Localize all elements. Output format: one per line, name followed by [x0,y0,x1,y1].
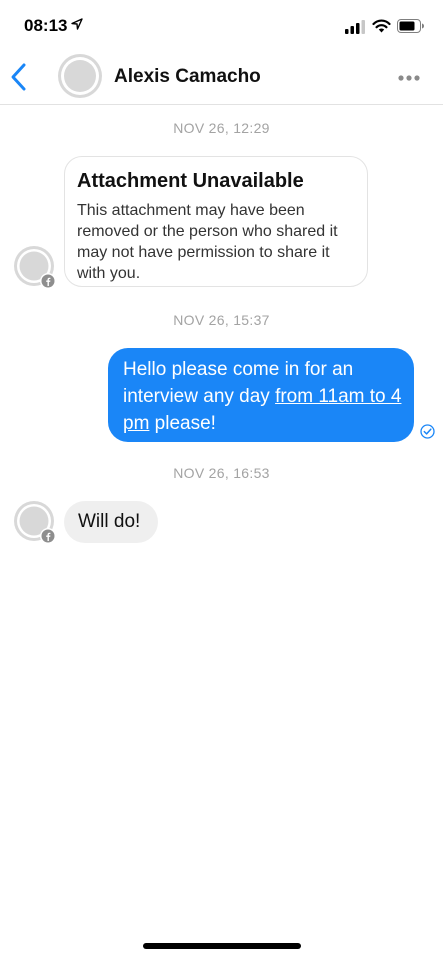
seen-check-icon [420,424,435,439]
status-time: 08:13 [24,16,84,36]
outgoing-message-text-end: please! [149,413,216,434]
location-arrow-icon [71,18,84,30]
signal-icon [345,20,365,34]
home-indicator[interactable] [143,943,301,949]
more-options-icon[interactable] [398,75,420,81]
timestamp: NOV 26, 12:29 [173,120,270,136]
avatar-placeholder-icon[interactable] [58,54,102,98]
incoming-message-bubble[interactable]: Will do! [64,501,158,543]
back-chevron-icon[interactable] [8,62,30,92]
facebook-badge-icon [40,528,56,544]
attachment-body: This attachment may have been removed or… [77,202,338,282]
outgoing-message-bubble[interactable]: Hello please come in for an interview an… [108,348,414,442]
attachment-title: Attachment Unavailable [77,170,304,192]
sender-avatar[interactable] [14,501,56,545]
sender-avatar[interactable] [14,246,56,290]
timestamp: NOV 26, 15:37 [173,312,270,328]
wifi-icon [372,19,391,33]
incoming-message-text: Will do! [78,511,141,532]
timestamp: NOV 26, 16:53 [173,465,270,481]
battery-icon [397,19,424,33]
contact-name[interactable]: Alexis Camacho [114,66,261,88]
conversation-header: Alexis Camacho [0,48,443,105]
facebook-badge-icon [40,273,56,289]
attachment-unavailable-card[interactable]: Attachment Unavailable This attachment m… [64,156,368,287]
status-time-text: 08:13 [24,16,68,35]
